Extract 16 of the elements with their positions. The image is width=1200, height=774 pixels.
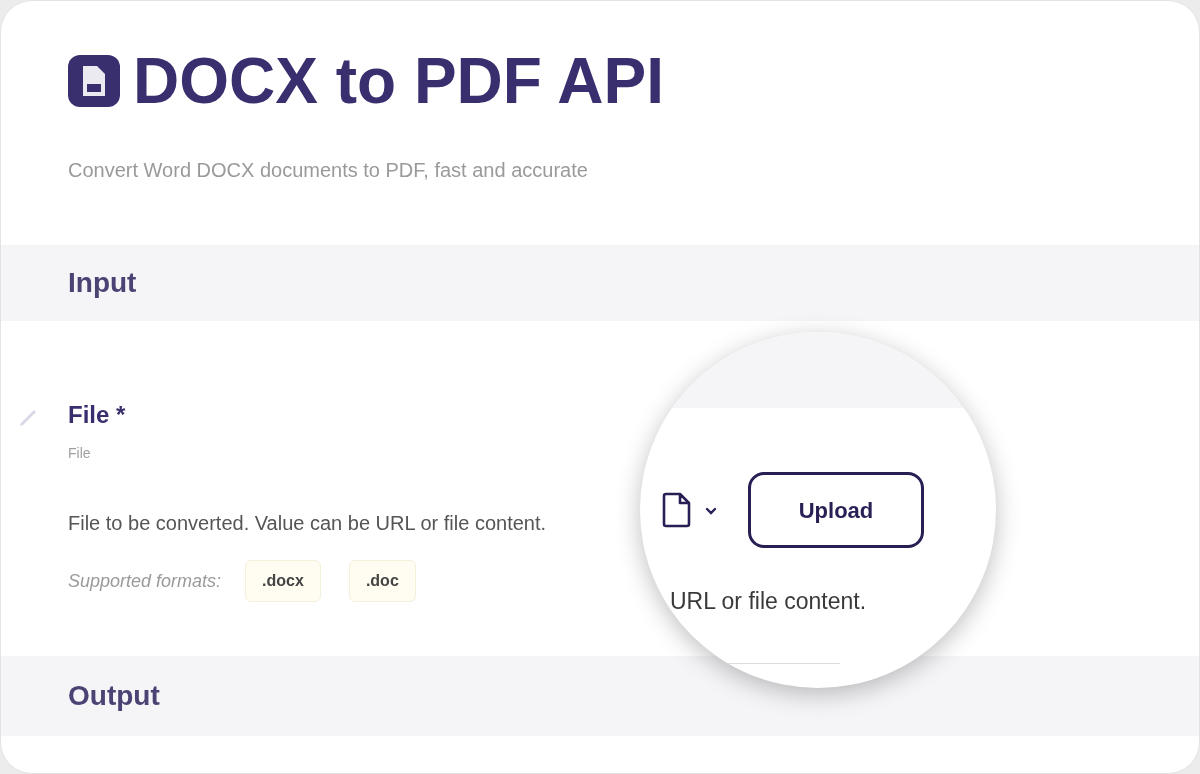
page-subtitle: Convert Word DOCX documents to PDF, fast and accurate [67, 158, 589, 183]
document-icon [67, 54, 121, 108]
upload-button[interactable]: Upload [748, 472, 924, 548]
pencil-icon [17, 407, 39, 429]
file-icon[interactable] [662, 492, 692, 528]
format-tag: .docx [245, 560, 321, 602]
field-description: URL or file content. [670, 587, 867, 616]
field-description: File to be converted. Value can be URL or file content. [68, 511, 547, 536]
section-title: Input [68, 266, 137, 300]
field-label: File * [68, 400, 127, 430]
chevron-down-icon[interactable] [705, 507, 717, 515]
formats-label: Supported formats: [68, 569, 222, 593]
section-title: Output [68, 679, 160, 713]
format-tag: .doc [348, 560, 416, 602]
page-title: DOCX to PDF API [133, 49, 664, 113]
field-type: File [68, 444, 92, 463]
